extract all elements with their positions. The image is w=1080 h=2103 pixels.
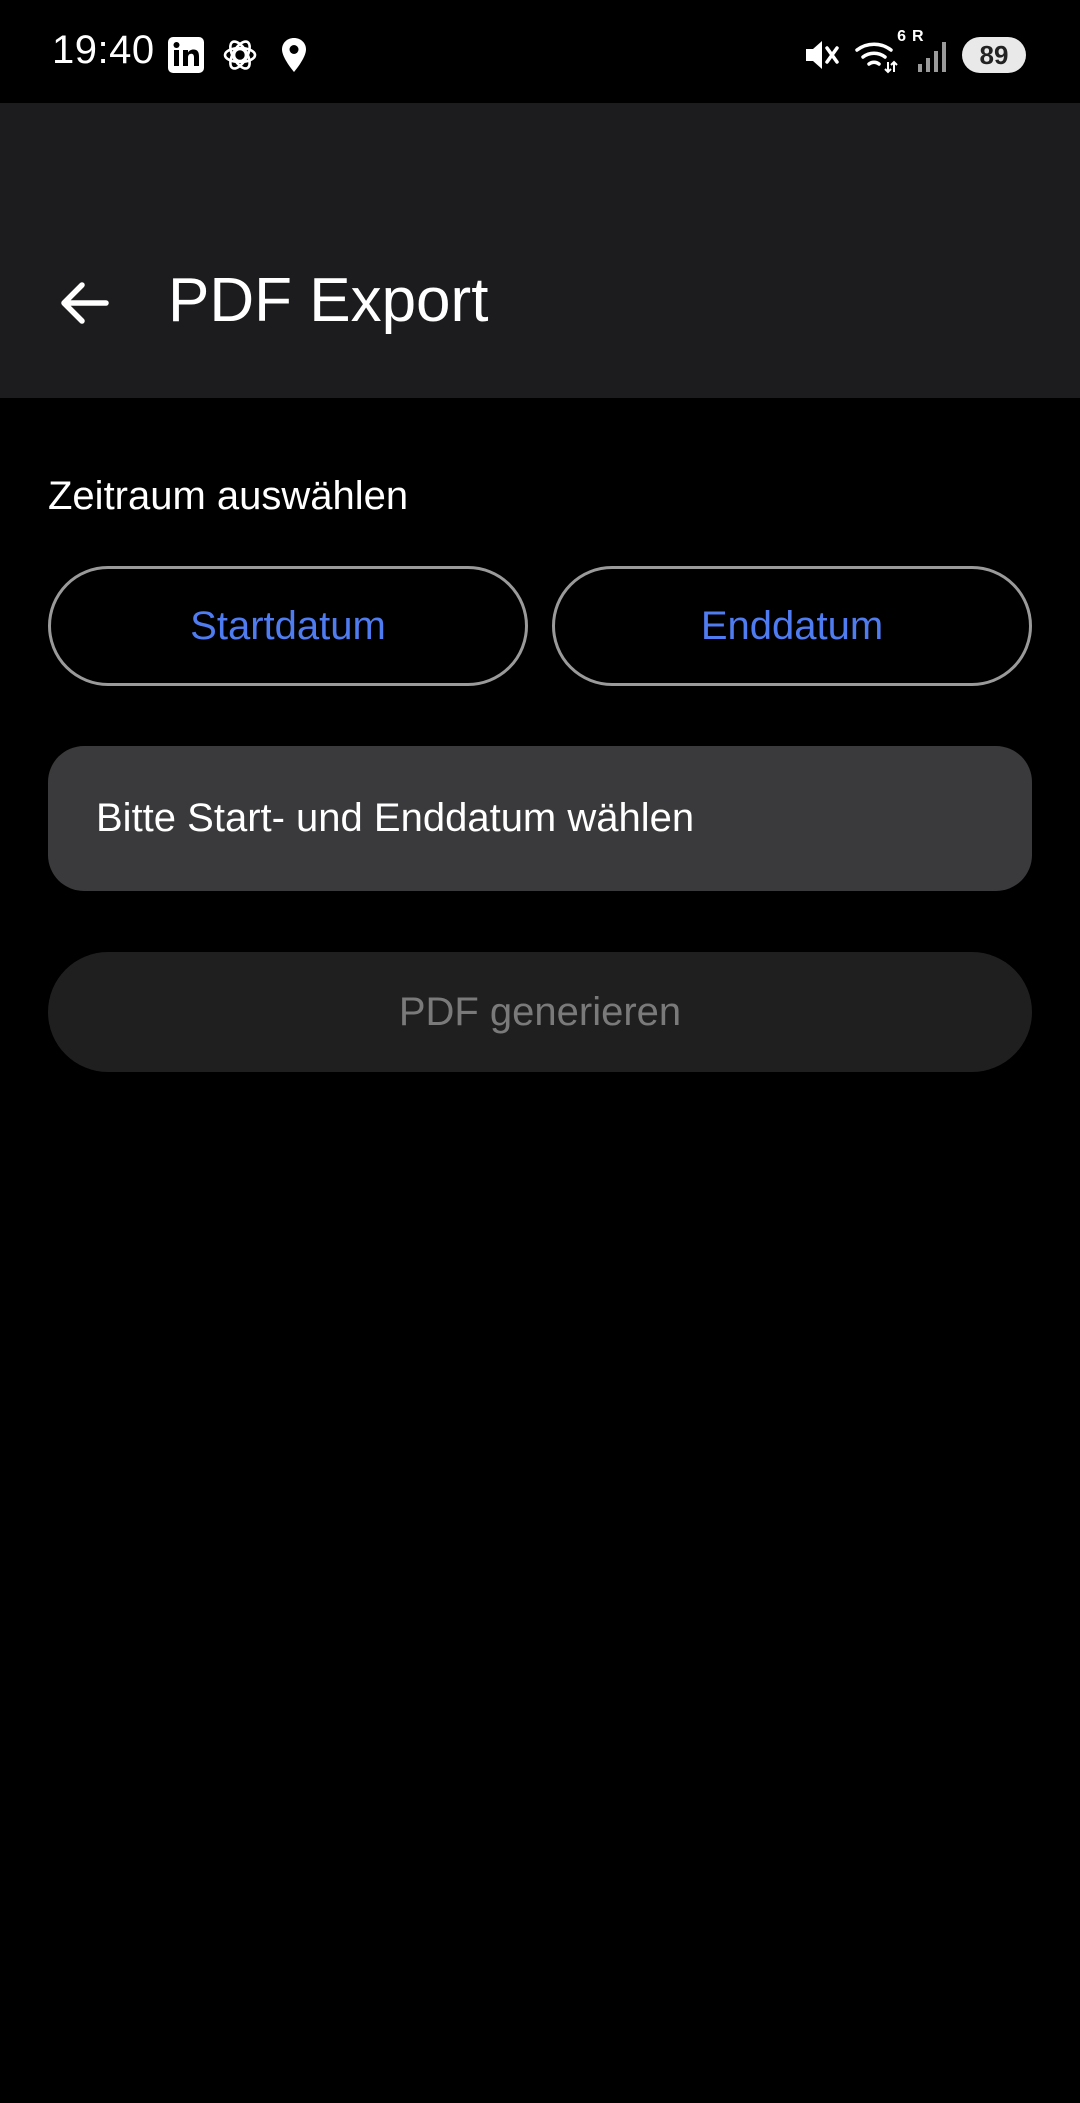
screen: 19:40 6 R 89 PDF Export Zeitraum auswähl… — [0, 0, 1080, 2103]
generate-pdf-label: PDF generieren — [398, 989, 682, 1034]
wifi-icon: 6 — [854, 28, 906, 74]
start-date-button[interactable]: Startdatum — [48, 566, 528, 686]
date-range-selector: Startdatum Enddatum — [48, 566, 1032, 686]
end-date-label: Enddatum — [700, 603, 884, 648]
back-button[interactable] — [42, 263, 126, 347]
date-hint-text: Bitte Start- und Enddatum wählen — [96, 796, 695, 840]
mute-icon — [802, 36, 840, 74]
arrow-left-icon — [56, 275, 112, 336]
signal-icon: R — [912, 28, 948, 74]
location-icon — [274, 35, 314, 75]
start-date-label: Startdatum — [190, 603, 386, 648]
status-bar: 19:40 6 R 89 — [0, 0, 1080, 103]
system-icons: 6 R 89 — [802, 28, 1026, 76]
signal-badge: R — [912, 28, 924, 45]
notification-icons — [166, 34, 314, 76]
battery-indicator: 89 — [962, 37, 1026, 73]
linkedin-icon — [166, 35, 206, 75]
section-label: Zeitraum auswählen — [48, 474, 409, 518]
chatgpt-icon — [220, 35, 260, 75]
date-hint-box: Bitte Start- und Enddatum wählen — [48, 746, 1032, 891]
page-title: PDF Export — [168, 266, 489, 335]
generate-pdf-button[interactable]: PDF generieren — [48, 952, 1032, 1072]
status-time: 19:40 — [52, 28, 155, 72]
app-bar: PDF Export — [0, 103, 1080, 398]
end-date-button[interactable]: Enddatum — [552, 566, 1032, 686]
wifi-badge: 6 — [897, 28, 906, 45]
